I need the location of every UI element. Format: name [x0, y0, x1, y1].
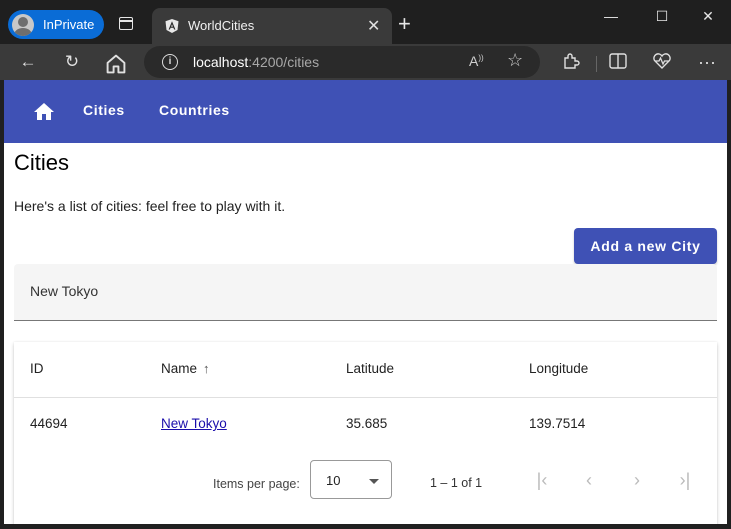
extensions-icon[interactable]	[562, 52, 580, 70]
table-row: 44694 New Tokyo 35.685 139.7514	[14, 398, 717, 450]
add-city-button[interactable]: Add a new City	[574, 228, 717, 264]
page-size-select[interactable]: 10	[310, 460, 392, 499]
cell-longitude: 139.7514	[529, 416, 586, 431]
toolbar-divider	[596, 56, 597, 72]
more-icon[interactable]: ···	[695, 50, 719, 74]
home-icon[interactable]	[104, 52, 128, 76]
last-page-icon[interactable]: ›|	[673, 469, 697, 493]
page-description: Here's a list of cities: feel free to pl…	[14, 198, 286, 214]
next-page-icon[interactable]: ›	[625, 469, 649, 493]
filter-value: New Tokyo	[30, 283, 99, 299]
header-id[interactable]: ID	[30, 361, 44, 376]
sort-ascending-icon: ↑	[203, 361, 210, 376]
page-size-value: 10	[326, 473, 341, 488]
cell-name: New Tokyo	[161, 416, 227, 431]
previous-page-icon[interactable]: ‹	[577, 469, 601, 493]
cell-latitude: 35.685	[346, 416, 388, 431]
info-icon[interactable]: i	[162, 54, 178, 70]
web-page: Cities Countries Cities Here's a list of…	[4, 80, 727, 524]
read-aloud-icon[interactable]: A))	[469, 53, 484, 69]
address-toolbar: ← ↻ i localhost:4200/cities A)) ☆ ···	[0, 44, 731, 80]
browser-window: InPrivate WorldCities ✕ + — ☐ ✕ ← ↻ i lo…	[0, 0, 731, 529]
browser-tab[interactable]: WorldCities ✕	[152, 8, 392, 44]
maximize-icon[interactable]: ☐	[639, 8, 685, 28]
favorite-star-icon[interactable]: ☆	[507, 50, 523, 71]
range-label: 1 – 1 of 1	[430, 476, 483, 490]
refresh-icon[interactable]: ↻	[60, 50, 84, 74]
city-link[interactable]: New Tokyo	[161, 416, 227, 431]
nav-countries-link[interactable]: Countries	[159, 102, 230, 118]
health-icon[interactable]	[652, 52, 672, 70]
page-title: Cities	[14, 150, 70, 175]
address-bar[interactable]: i localhost:4200/cities A)) ☆	[144, 46, 540, 78]
title-bar: InPrivate WorldCities ✕ + — ☐ ✕	[0, 0, 731, 44]
inprivate-badge[interactable]: InPrivate	[8, 10, 104, 39]
close-window-icon[interactable]: ✕	[685, 8, 731, 28]
new-tab-icon[interactable]: +	[398, 13, 411, 35]
tab-title: WorldCities	[188, 18, 255, 33]
dropdown-caret-icon	[369, 479, 379, 484]
cities-table: ID Name ↑ Latitude Longitude 44694 New To…	[14, 342, 717, 524]
split-screen-icon[interactable]	[609, 53, 627, 69]
close-tab-icon[interactable]: ✕	[367, 16, 380, 36]
table-header: ID Name ↑ Latitude Longitude	[14, 342, 717, 398]
nav-cities-link[interactable]: Cities	[83, 102, 125, 118]
home-nav-icon[interactable]	[32, 100, 56, 124]
first-page-icon[interactable]: |‹	[530, 469, 554, 493]
items-per-page-label: Items per page:	[213, 477, 300, 491]
url-text[interactable]: localhost:4200/cities	[193, 54, 319, 70]
back-icon[interactable]: ←	[16, 50, 40, 74]
header-longitude[interactable]: Longitude	[529, 361, 588, 376]
header-name[interactable]: Name ↑	[161, 361, 210, 376]
app-toolbar: Cities Countries	[4, 80, 727, 143]
paginator: Items per page: 10 1 – 1 of 1 |‹ ‹ › ›|	[14, 457, 717, 513]
inprivate-label: InPrivate	[43, 17, 95, 32]
cell-id: 44694	[30, 416, 68, 431]
profile-avatar-icon	[12, 13, 34, 36]
filter-input[interactable]: New Tokyo	[14, 264, 717, 321]
tab-actions-icon[interactable]	[119, 17, 133, 30]
angular-favicon-icon	[165, 19, 179, 33]
minimize-icon[interactable]: —	[588, 8, 634, 28]
header-latitude[interactable]: Latitude	[346, 361, 394, 376]
